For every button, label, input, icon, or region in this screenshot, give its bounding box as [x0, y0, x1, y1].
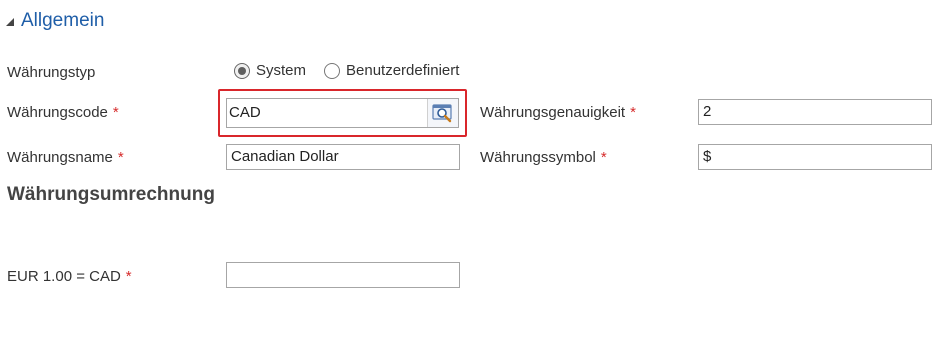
currency-precision-input[interactable]: 2 — [698, 99, 932, 125]
currency-code-value: CAD — [229, 104, 261, 121]
section-toggle-general[interactable]: Allgemein — [6, 10, 104, 32]
currency-precision-label: Währungsgenauigkeit * — [480, 104, 636, 121]
radio-unchecked-icon[interactable] — [324, 62, 341, 79]
conversion-rate-label: EUR 1.00 = CAD * — [7, 268, 132, 285]
currency-type-label: Währungstyp — [7, 64, 96, 81]
lookup-button[interactable] — [427, 99, 458, 127]
form-page: Allgemein Währungstyp System Benutzerdef… — [0, 0, 936, 339]
required-mark: * — [117, 149, 124, 166]
collapse-triangle-icon — [6, 18, 14, 26]
radio-label-system: System — [256, 62, 307, 79]
radio-label-custom: Benutzerdefiniert — [346, 62, 460, 79]
currency-symbol-label: Währungssymbol * — [480, 149, 607, 166]
currency-type-radio-group: System Benutzerdefiniert — [234, 62, 477, 79]
conversion-rate-input[interactable] — [226, 262, 460, 288]
currency-code-lookup-field[interactable]: CAD — [226, 98, 459, 128]
currency-code-label-text: Währungscode — [7, 104, 108, 121]
currency-symbol-input[interactable]: $ — [698, 144, 932, 170]
conversion-heading: Währungsumrechnung — [7, 184, 215, 205]
currency-name-label-text: Währungsname — [7, 149, 113, 166]
radio-option-system[interactable]: System — [234, 62, 306, 79]
currency-symbol-label-text: Währungssymbol — [480, 149, 596, 166]
currency-code-label: Währungscode * — [7, 104, 119, 121]
required-mark: * — [112, 104, 119, 121]
required-mark: * — [630, 104, 636, 121]
lookup-magnifier-icon — [432, 104, 452, 123]
required-mark: * — [125, 268, 132, 285]
currency-precision-label-text: Währungsgenauigkeit — [480, 104, 626, 121]
conversion-rate-label-text: EUR 1.00 = CAD — [7, 268, 121, 285]
currency-name-input[interactable]: Canadian Dollar — [226, 144, 460, 170]
radio-option-custom[interactable]: Benutzerdefiniert — [324, 62, 459, 79]
currency-name-label: Währungsname * — [7, 149, 124, 166]
required-mark: * — [600, 149, 607, 166]
radio-checked-icon[interactable] — [234, 62, 250, 79]
section-title: Allgemein — [21, 10, 105, 31]
